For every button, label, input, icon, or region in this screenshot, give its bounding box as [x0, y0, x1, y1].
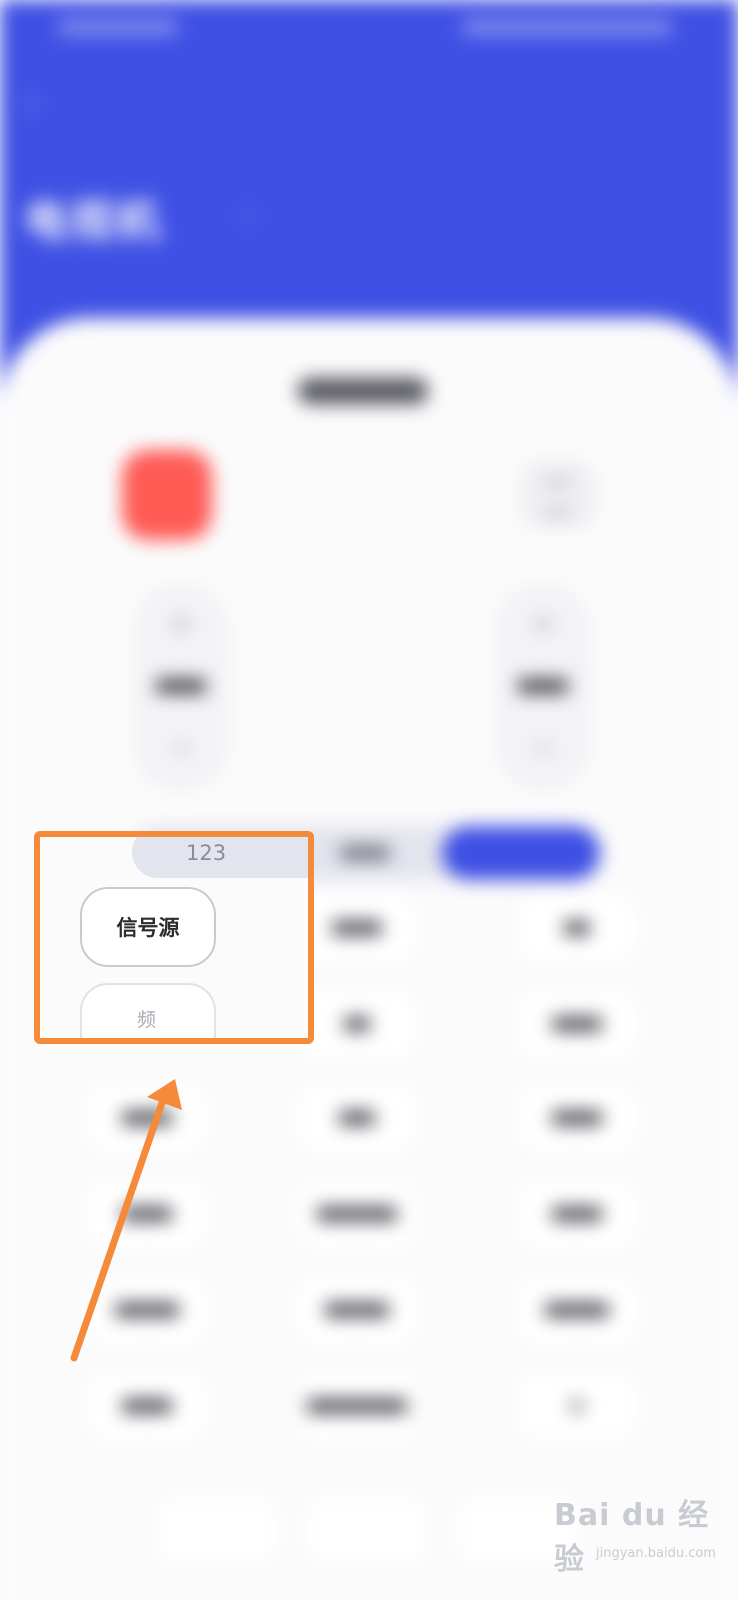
annotation-arrow [70, 1079, 182, 1362]
screenshot: ‹ 电视机 ⌄ 123 信号源 频 Bai du 经验 jingyan.baid… [0, 0, 738, 1600]
watermark-url: jingyan.baidu.com [596, 1546, 716, 1561]
watermark-logo: Bai du 经验 [554, 1498, 710, 1577]
